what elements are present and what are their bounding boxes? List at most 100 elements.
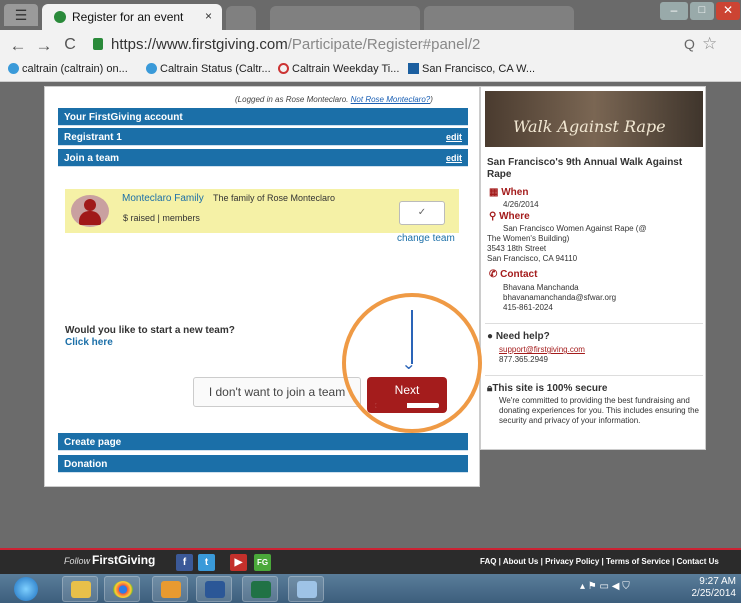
event-sidebar: Walk Against Rape San Francisco's 9th An… [480, 86, 706, 450]
bookmark-item[interactable]: Caltrain Status (Caltr... [146, 63, 271, 75]
not-user-link[interactable]: Not Rose Monteclaro? [351, 95, 431, 104]
secure-description: We're committed to providing the best fu… [499, 396, 699, 425]
weather-icon [408, 63, 419, 74]
team-selected-check-button[interactable]: ✓ [399, 201, 445, 225]
windows-taskbar: ▴ ⚑ ▭ ◀ ⛉ 9:27 AM 2/25/2014 [0, 574, 741, 603]
contact-line: bhavanamanchanda@sfwar.org [503, 293, 617, 302]
annotation-arrowhead-icon: ⌄ [401, 356, 417, 373]
section-registrant[interactable]: Registrant 1 edit [58, 128, 468, 146]
app-icon [297, 581, 317, 598]
tab-title: Register for an event [72, 10, 184, 24]
team-raised-stats: $ raised | members [123, 213, 200, 223]
no-team-button[interactable]: I don't want to join a team [193, 377, 361, 407]
team-name-link[interactable]: Monteclaro Family [122, 193, 204, 204]
start-new-team-link[interactable]: Click here [65, 337, 113, 348]
edit-team-link[interactable]: edit [446, 153, 462, 163]
where-line: San Francisco Women Against Rape (@ [503, 224, 647, 233]
window-minimize-icon[interactable]: – [660, 2, 688, 20]
contact-heading: ✆ Contact [489, 269, 538, 280]
new-tab-button[interactable] [226, 6, 256, 30]
system-tray-icons[interactable]: ▴ ⚑ ▭ ◀ ⛉ [580, 581, 630, 592]
taskbar-excel[interactable] [242, 576, 278, 602]
twitter-icon[interactable]: t [198, 554, 215, 571]
twitter-icon [146, 63, 157, 74]
event-date: 4/26/2014 [503, 200, 539, 209]
browser-tab-background[interactable] [424, 6, 574, 30]
outlook-icon [161, 581, 181, 598]
section-donation[interactable]: Donation [58, 455, 468, 473]
taskbar-chrome[interactable] [104, 576, 140, 602]
calendar-icon: ▦ [489, 187, 499, 198]
favicon-icon [54, 11, 66, 23]
twitter-icon [8, 63, 19, 74]
banner-title: Walk Against Rape [513, 117, 666, 136]
youtube-icon[interactable]: ▶ [230, 554, 247, 571]
map-pin-icon: ⚲ [489, 211, 497, 222]
lock-icon [93, 38, 103, 50]
site-footer: Follow FirstGiving f t ▶ FG FAQ | About U… [0, 548, 741, 574]
section-create-page[interactable]: Create page [58, 433, 468, 451]
start-button-icon[interactable] [14, 577, 38, 601]
chat-icon: ● [487, 331, 494, 342]
chrome-icon [113, 581, 133, 598]
team-description: The family of Rose Monteclaro [213, 193, 336, 203]
change-team-link[interactable]: change team [397, 233, 455, 244]
zoom-icon[interactable]: Q [684, 36, 695, 52]
contact-line: Bhavana Manchanda [503, 283, 579, 292]
where-line: 3543 18th Street [487, 244, 547, 253]
follow-label: Follow FirstGiving [64, 553, 156, 567]
word-icon [205, 581, 225, 598]
browser-tab-active[interactable]: Register for an event × [42, 4, 222, 30]
selected-team-card: Monteclaro Family The family of Rose Mon… [65, 189, 459, 233]
browser-tab-background[interactable] [270, 6, 420, 30]
url-path: /Participate/Register#panel/2 [287, 36, 481, 53]
taskbar-app[interactable] [288, 576, 324, 602]
divider [485, 375, 703, 376]
contact-line: 415-861-2024 [503, 303, 553, 312]
taskbar-explorer[interactable] [62, 576, 98, 602]
event-banner-image: Walk Against Rape [485, 91, 703, 147]
when-heading: ▦ When [489, 187, 529, 198]
excel-icon [251, 581, 271, 598]
folder-icon [71, 581, 91, 598]
event-title: San Francisco's 9th Annual Walk Against … [487, 157, 683, 180]
where-heading: ⚲ Where [489, 211, 530, 222]
reload-icon[interactable]: C [60, 36, 80, 54]
clock-icon [278, 63, 289, 74]
support-email-link[interactable]: support@firstgiving.com [499, 345, 585, 354]
divider [485, 323, 703, 324]
window-close-icon[interactable]: ✕ [716, 2, 740, 20]
logged-in-notice: (Logged in as Rose Monteclaro. Not Rose … [235, 95, 433, 104]
address-bar[interactable]: https://www.firstgiving.com/Participate/… [111, 36, 480, 53]
tab-close-icon[interactable]: × [205, 9, 212, 23]
section-account[interactable]: Your FirstGiving account [58, 108, 468, 126]
browser-menu-icon[interactable]: ☰ [4, 4, 38, 26]
support-phone: 877.365.2949 [499, 355, 548, 364]
bookmark-item[interactable]: San Francisco, CA W... [408, 63, 535, 75]
bookmark-item[interactable]: caltrain (caltrain) on... [8, 63, 128, 75]
clock-time[interactable]: 9:27 AM [690, 576, 736, 587]
phone-icon: ✆ [489, 269, 498, 280]
bookmark-item[interactable]: Caltrain Weekday Ti... [278, 63, 399, 75]
browser-toolbar: ← → C https://www.firstgiving.com/Partic… [0, 30, 741, 60]
new-team-question: Would you like to start a new team? [65, 325, 235, 336]
where-line: The Women's Building) [487, 234, 570, 243]
bookmarks-bar: caltrain (caltrain) on... Caltrain Statu… [0, 60, 741, 82]
url-host: https://www.firstgiving.com [111, 36, 288, 53]
footer-links[interactable]: FAQ | About Us | Privacy Policy | Terms … [480, 557, 719, 566]
taskbar-outlook[interactable] [152, 576, 188, 602]
team-avatar-icon [71, 195, 109, 227]
edit-registrant-link[interactable]: edit [446, 132, 462, 142]
firstgiving-icon[interactable]: FG [254, 554, 271, 571]
facebook-icon[interactable]: f [176, 554, 193, 571]
window-maximize-icon[interactable]: □ [690, 2, 714, 20]
where-line: San Francisco, CA 94110 [487, 254, 578, 263]
clock-date[interactable]: 2/25/2014 [690, 588, 737, 599]
back-icon[interactable]: ← [8, 36, 28, 56]
taskbar-word[interactable] [196, 576, 232, 602]
secure-heading: 🔒︎This site is 100% secure [487, 383, 608, 394]
help-heading: ● Need help? [487, 331, 550, 342]
bookmark-star-icon[interactable]: ☆ [702, 34, 717, 54]
forward-icon[interactable]: → [34, 36, 54, 56]
section-join-team[interactable]: Join a team edit [58, 149, 468, 167]
